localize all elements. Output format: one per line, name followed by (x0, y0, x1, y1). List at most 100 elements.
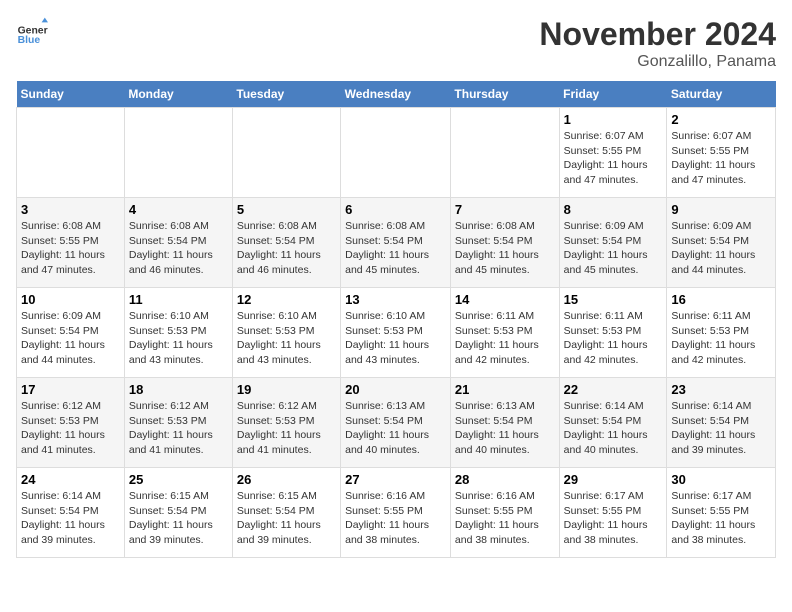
day-info: Sunrise: 6:12 AM Sunset: 5:53 PM Dayligh… (21, 399, 120, 458)
day-info: Sunrise: 6:14 AM Sunset: 5:54 PM Dayligh… (21, 489, 120, 548)
day-info: Sunrise: 6:15 AM Sunset: 5:54 PM Dayligh… (237, 489, 336, 548)
calendar-cell: 8 Sunrise: 6:09 AM Sunset: 5:54 PM Daylig… (559, 198, 667, 288)
day-info: Sunrise: 6:08 AM Sunset: 5:54 PM Dayligh… (129, 219, 228, 278)
calendar-cell (232, 108, 340, 198)
day-number: 18 (129, 382, 228, 397)
day-info: Sunrise: 6:16 AM Sunset: 5:55 PM Dayligh… (345, 489, 446, 548)
location-subtitle: Gonzalillo, Panama (539, 53, 776, 71)
day-number: 6 (345, 202, 446, 217)
day-info: Sunrise: 6:11 AM Sunset: 5:53 PM Dayligh… (671, 309, 771, 368)
calendar-cell: 7Sunrise: 6:08 AM Sunset: 5:54 PM Daylig… (450, 198, 559, 288)
title-block: November 2024 Gonzalillo, Panama (539, 16, 776, 71)
day-of-week-sunday: Sunday (17, 81, 125, 108)
week-row-3: 10 Sunrise: 6:09 AM Sunset: 5:54 PM Dayli… (17, 288, 776, 378)
day-info: Sunrise: 6:11 AM Sunset: 5:53 PM Dayligh… (455, 309, 555, 368)
day-info: Sunrise: 6:14 AM Sunset: 5:54 PM Dayligh… (564, 399, 663, 458)
day-of-week-monday: Monday (124, 81, 232, 108)
day-info: Sunrise: 6:08 AM Sunset: 5:54 PM Dayligh… (237, 219, 336, 278)
calendar-cell: 18 Sunrise: 6:12 AM Sunset: 5:53 PM Dayli… (124, 378, 232, 468)
week-row-1: 1Sunrise: 6:07 AM Sunset: 5:55 PM Daylig… (17, 108, 776, 198)
day-number: 17 (21, 382, 120, 397)
calendar-cell: 26 Sunrise: 6:15 AM Sunset: 5:54 PM Dayli… (232, 468, 340, 558)
day-number: 23 (671, 382, 771, 397)
day-number: 19 (237, 382, 336, 397)
logo-icon: General Blue (16, 16, 48, 48)
day-number: 11 (129, 292, 228, 307)
calendar-cell: 1Sunrise: 6:07 AM Sunset: 5:55 PM Daylig… (559, 108, 667, 198)
day-number: 25 (129, 472, 228, 487)
day-info: Sunrise: 6:08 AM Sunset: 5:55 PM Dayligh… (21, 219, 120, 278)
calendar-cell: 24 Sunrise: 6:14 AM Sunset: 5:54 PM Dayli… (17, 468, 125, 558)
day-number: 27 (345, 472, 446, 487)
day-number: 30 (671, 472, 771, 487)
day-number: 8 (564, 202, 663, 217)
day-number: 13 (345, 292, 446, 307)
page-header: General Blue November 2024 Gonzalillo, P… (16, 16, 776, 71)
calendar-cell: 30 Sunrise: 6:17 AM Sunset: 5:55 PM Dayli… (667, 468, 776, 558)
calendar-cell: 19 Sunrise: 6:12 AM Sunset: 5:53 PM Dayli… (232, 378, 340, 468)
day-number: 20 (345, 382, 446, 397)
days-of-week-row: SundayMondayTuesdayWednesdayThursdayFrid… (17, 81, 776, 108)
day-number: 22 (564, 382, 663, 397)
day-number: 7 (455, 202, 555, 217)
day-number: 10 (21, 292, 120, 307)
calendar-cell: 5 Sunrise: 6:08 AM Sunset: 5:54 PM Daylig… (232, 198, 340, 288)
calendar-cell: 4 Sunrise: 6:08 AM Sunset: 5:54 PM Daylig… (124, 198, 232, 288)
day-info: Sunrise: 6:09 AM Sunset: 5:54 PM Dayligh… (21, 309, 120, 368)
calendar-cell: 25 Sunrise: 6:15 AM Sunset: 5:54 PM Dayli… (124, 468, 232, 558)
day-info: Sunrise: 6:09 AM Sunset: 5:54 PM Dayligh… (564, 219, 663, 278)
day-info: Sunrise: 6:14 AM Sunset: 5:54 PM Dayligh… (671, 399, 771, 458)
week-row-2: 3 Sunrise: 6:08 AM Sunset: 5:55 PM Daylig… (17, 198, 776, 288)
day-number: 26 (237, 472, 336, 487)
day-info: Sunrise: 6:15 AM Sunset: 5:54 PM Dayligh… (129, 489, 228, 548)
day-number: 3 (21, 202, 120, 217)
calendar-cell: 14 Sunrise: 6:11 AM Sunset: 5:53 PM Dayli… (450, 288, 559, 378)
calendar-cell: 28 Sunrise: 6:16 AM Sunset: 5:55 PM Dayli… (450, 468, 559, 558)
day-info: Sunrise: 6:17 AM Sunset: 5:55 PM Dayligh… (671, 489, 771, 548)
svg-text:Blue: Blue (18, 35, 41, 46)
day-number: 16 (671, 292, 771, 307)
day-info: Sunrise: 6:10 AM Sunset: 5:53 PM Dayligh… (345, 309, 446, 368)
day-info: Sunrise: 6:12 AM Sunset: 5:53 PM Dayligh… (129, 399, 228, 458)
day-info: Sunrise: 6:10 AM Sunset: 5:53 PM Dayligh… (129, 309, 228, 368)
day-number: 15 (564, 292, 663, 307)
calendar-cell: 6Sunrise: 6:08 AM Sunset: 5:54 PM Daylig… (341, 198, 451, 288)
day-number: 29 (564, 472, 663, 487)
calendar-header: SundayMondayTuesdayWednesdayThursdayFrid… (17, 81, 776, 108)
day-info: Sunrise: 6:16 AM Sunset: 5:55 PM Dayligh… (455, 489, 555, 548)
day-of-week-saturday: Saturday (667, 81, 776, 108)
calendar-cell: 11 Sunrise: 6:10 AM Sunset: 5:53 PM Dayli… (124, 288, 232, 378)
calendar-cell: 17 Sunrise: 6:12 AM Sunset: 5:53 PM Dayli… (17, 378, 125, 468)
day-number: 5 (237, 202, 336, 217)
day-info: Sunrise: 6:13 AM Sunset: 5:54 PM Dayligh… (455, 399, 555, 458)
day-number: 21 (455, 382, 555, 397)
day-info: Sunrise: 6:17 AM Sunset: 5:55 PM Dayligh… (564, 489, 663, 548)
calendar-cell: 21 Sunrise: 6:13 AM Sunset: 5:54 PM Dayli… (450, 378, 559, 468)
day-number: 12 (237, 292, 336, 307)
day-info: Sunrise: 6:12 AM Sunset: 5:53 PM Dayligh… (237, 399, 336, 458)
day-info: Sunrise: 6:07 AM Sunset: 5:55 PM Dayligh… (564, 129, 663, 188)
day-number: 4 (129, 202, 228, 217)
calendar-cell (17, 108, 125, 198)
week-row-4: 17 Sunrise: 6:12 AM Sunset: 5:53 PM Dayli… (17, 378, 776, 468)
day-info: Sunrise: 6:13 AM Sunset: 5:54 PM Dayligh… (345, 399, 446, 458)
calendar-body: 1Sunrise: 6:07 AM Sunset: 5:55 PM Daylig… (17, 108, 776, 558)
day-info: Sunrise: 6:10 AM Sunset: 5:53 PM Dayligh… (237, 309, 336, 368)
calendar-cell (341, 108, 451, 198)
calendar-cell: 27 Sunrise: 6:16 AM Sunset: 5:55 PM Dayli… (341, 468, 451, 558)
month-year-title: November 2024 (539, 16, 776, 53)
calendar-cell: 23 Sunrise: 6:14 AM Sunset: 5:54 PM Dayli… (667, 378, 776, 468)
calendar-cell: 2Sunrise: 6:07 AM Sunset: 5:55 PM Daylig… (667, 108, 776, 198)
calendar-cell: 3 Sunrise: 6:08 AM Sunset: 5:55 PM Daylig… (17, 198, 125, 288)
day-info: Sunrise: 6:07 AM Sunset: 5:55 PM Dayligh… (671, 129, 771, 188)
day-number: 28 (455, 472, 555, 487)
calendar-cell (124, 108, 232, 198)
week-row-5: 24 Sunrise: 6:14 AM Sunset: 5:54 PM Dayli… (17, 468, 776, 558)
logo: General Blue (16, 16, 48, 48)
calendar-cell: 22 Sunrise: 6:14 AM Sunset: 5:54 PM Dayli… (559, 378, 667, 468)
day-number: 24 (21, 472, 120, 487)
day-number: 14 (455, 292, 555, 307)
calendar-cell: 12 Sunrise: 6:10 AM Sunset: 5:53 PM Dayli… (232, 288, 340, 378)
calendar-cell: 9Sunrise: 6:09 AM Sunset: 5:54 PM Daylig… (667, 198, 776, 288)
day-of-week-tuesday: Tuesday (232, 81, 340, 108)
